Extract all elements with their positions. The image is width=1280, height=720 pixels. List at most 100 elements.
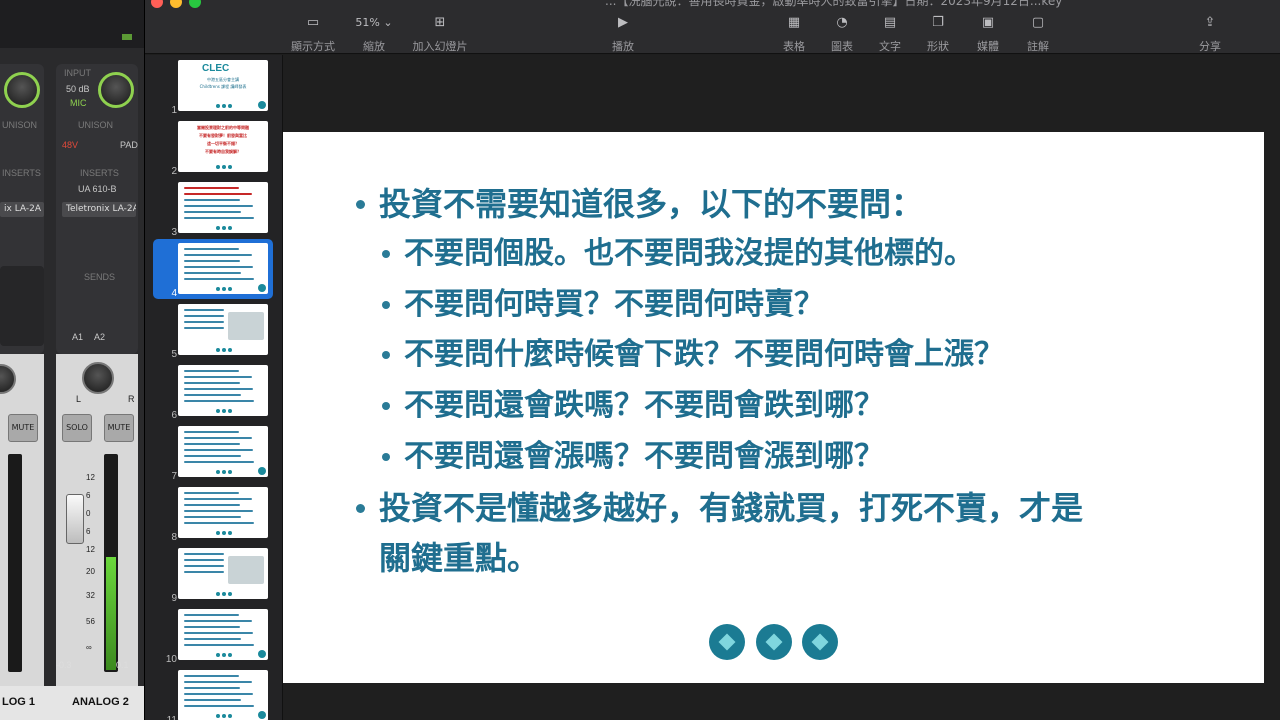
- channel-name[interactable]: ANALOG 2: [72, 696, 129, 708]
- thumbnail-line: [184, 260, 240, 262]
- level-indicator: [122, 34, 132, 40]
- fader-scale-tick: 20: [86, 567, 95, 576]
- thumbnail-line: [184, 321, 224, 323]
- bullet-level-2[interactable]: 不要問還會跌嗎？不要問會跌到哪？: [382, 381, 884, 431]
- pan-knob[interactable]: [0, 364, 16, 394]
- diamond-icon: [216, 531, 220, 535]
- slide-thumbnail-10[interactable]: 10: [145, 609, 282, 665]
- slide-thumbnail-5[interactable]: 5: [145, 304, 282, 360]
- comment-button[interactable]: ▢ 註解: [1027, 14, 1049, 54]
- diamond-icon: [222, 653, 226, 657]
- diamond-icon: [228, 531, 232, 535]
- pan-knob[interactable]: [82, 362, 114, 394]
- bullet-level-2[interactable]: 不要問什麼時候會下跌？不要問何時會上漲？: [382, 330, 1004, 380]
- thumbnail-image: [228, 312, 264, 340]
- clec-logo: CLEC: [202, 63, 230, 74]
- thumbnail-line: [184, 681, 252, 683]
- slide-thumbnail-2[interactable]: 2 當開投資理財之前的中等問題 不要有發財夢！前發與富比 這一切平衡不錯？ 不要有時自我…: [145, 121, 282, 177]
- bullet-level-2[interactable]: 不要問何時買？不要問何時賣？: [382, 280, 824, 330]
- add-slide-icon: ⊞: [434, 15, 446, 30]
- thumbnail-line: [184, 248, 239, 250]
- meter-fill: [106, 556, 116, 670]
- slide-thumbnail-9[interactable]: 9: [145, 548, 282, 604]
- media-icon: ▣: [981, 15, 995, 30]
- slide-thumbnail-3[interactable]: 3: [145, 182, 282, 238]
- play-button[interactable]: ▶ 播放: [612, 14, 634, 54]
- slide-preview: [178, 548, 268, 599]
- slide-number: 2: [171, 166, 177, 177]
- thumbnail-line: [184, 394, 241, 396]
- mixer-header: [0, 0, 144, 48]
- diamond-icon: [228, 226, 232, 230]
- bullet-level-1[interactable]: 投資不是懂越多越好，有錢就買，打死不賣，才是: [356, 483, 1083, 533]
- gain-knob[interactable]: [98, 72, 134, 108]
- unison-label: UNISON: [2, 120, 38, 130]
- media-button[interactable]: ▣ 媒體: [977, 14, 999, 54]
- slide-thumbnail-7[interactable]: 7: [145, 426, 282, 482]
- thumbnail-line: [184, 309, 224, 311]
- view-button[interactable]: ▭ 顯示方式: [291, 14, 335, 54]
- slide[interactable]: 投資不需要知道很多，以下的不要問： 不要問個股。也不要問我沒提的其他標的。 不要問何…: [283, 132, 1264, 683]
- thumbnail-image: [228, 556, 264, 584]
- shape-button[interactable]: ❐ 形狀: [927, 14, 949, 54]
- thumbnail-line: [184, 217, 254, 219]
- insert-slot[interactable]: ix LA-2A L: [0, 202, 44, 217]
- diamond-icon: [222, 348, 226, 352]
- channel-name-bar: LOG 1 ANALOG 2: [0, 686, 144, 720]
- screen: UNISON INSERTS ix LA-2A L MUTE INPUT 50 …: [0, 0, 1280, 720]
- phantom-48v-label[interactable]: 48V: [62, 140, 78, 150]
- bullet-level-1[interactable]: 關鍵重點。: [379, 533, 539, 583]
- fader-scale-tick: 32: [86, 591, 95, 600]
- slide-thumbnail-1[interactable]: 1 CLEC 中港五區分會主講 Childtrens 課程 講師發表: [145, 60, 282, 116]
- text-button[interactable]: ▤ 文字: [879, 14, 901, 54]
- chart-button[interactable]: ◔ 圖表: [831, 14, 853, 54]
- slide-thumbnail-4[interactable]: 4: [145, 239, 282, 299]
- diamond-icon: [222, 470, 226, 474]
- thumbnail-line: [184, 498, 252, 500]
- mute-button[interactable]: MUTE: [104, 414, 134, 442]
- diamond-icon: [709, 624, 745, 660]
- gain-knob[interactable]: [4, 72, 40, 108]
- minimize-window-button[interactable]: [170, 0, 182, 8]
- bullet-level-2[interactable]: 不要問個股。也不要問我沒提的其他標的。: [382, 229, 974, 279]
- channel-name[interactable]: LOG 1: [2, 696, 35, 708]
- solo-button[interactable]: SOLO: [62, 414, 92, 442]
- slide-thumbnail-6[interactable]: 6: [145, 365, 282, 421]
- build-indicator-icon: [258, 650, 266, 658]
- sidebar-icon: ▭: [306, 15, 320, 30]
- thumbnail-line: [184, 187, 239, 189]
- fader-scale-tick: 0: [86, 509, 91, 518]
- slide-thumbnail-11[interactable]: 11: [145, 670, 282, 720]
- mute-button[interactable]: MUTE: [8, 414, 38, 442]
- add-slide-button[interactable]: ⊞ 加入幻燈片: [413, 14, 468, 54]
- thumbnail-line: [184, 461, 254, 463]
- insert-slot[interactable]: Teletronix LA-2A L: [62, 202, 136, 217]
- slide-preview: 當開投資理財之前的中等問題 不要有發財夢！前發與富比 這一切平衡不錯？ 不要有時自我誤…: [178, 121, 268, 172]
- diamond-icon: [228, 104, 232, 108]
- slide-preview: [178, 670, 268, 720]
- zoom-button[interactable]: 51% ⌄ 縮放: [355, 14, 392, 54]
- thumbnail-line: [184, 193, 252, 195]
- pad-label[interactable]: PAD: [120, 140, 138, 150]
- diamond-icon: [222, 592, 226, 596]
- slide-number: 9: [171, 593, 177, 604]
- pan-left-label: L: [76, 394, 82, 404]
- volume-fader[interactable]: [66, 494, 84, 544]
- diamond-icon: [228, 592, 232, 596]
- slide-thumbnail-8[interactable]: 8: [145, 487, 282, 543]
- bullet-dot-icon: [382, 301, 390, 309]
- close-window-button[interactable]: [151, 0, 163, 8]
- diamond-icon: [228, 287, 232, 291]
- fader-scale-tick: 12: [86, 545, 95, 554]
- diamond-icon: [216, 104, 220, 108]
- inserts-label: INSERTS: [2, 168, 41, 178]
- share-button[interactable]: ⇪ 分享: [1199, 14, 1221, 54]
- bullet-level-2[interactable]: 不要問還會漲嗎？不要問會漲到哪？: [382, 432, 884, 482]
- bullet-level-1[interactable]: 投資不需要知道很多，以下的不要問：: [356, 179, 923, 229]
- thumbnail-line: [184, 327, 224, 329]
- zoom-window-button[interactable]: [189, 0, 201, 8]
- table-button[interactable]: ▦ 表格: [783, 14, 805, 54]
- mixer-channel-1: UNISON INSERTS ix LA-2A L MUTE: [0, 56, 44, 696]
- thumbnail-line: [184, 211, 241, 213]
- slide-navigator[interactable]: 1 CLEC 中港五區分會主講 Childtrens 課程 講師發表 2 當開投資理財之前…: [145, 55, 283, 720]
